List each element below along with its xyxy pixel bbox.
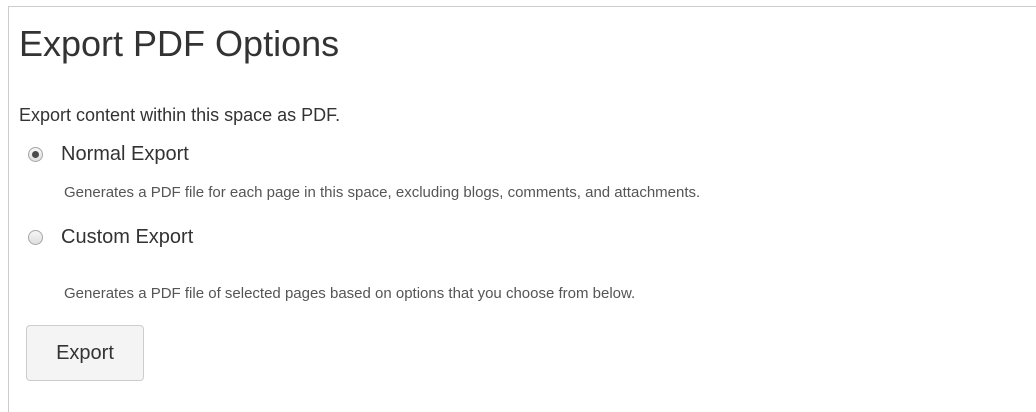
custom-export-description: Generates a PDF file of selected pages b… [64,285,636,302]
normal-export-label[interactable]: Normal Export [61,142,189,166]
intro-text: Export content within this space as PDF. [19,105,341,125]
normal-export-option[interactable]: Normal Export [28,142,189,166]
normal-export-description: Generates a PDF file for each page in th… [64,184,701,201]
custom-export-option[interactable]: Custom Export [28,225,193,249]
custom-export-radio[interactable] [28,229,43,245]
export-options-panel [8,6,1036,412]
custom-export-label[interactable]: Custom Export [61,225,193,249]
page-title: Export PDF Options [19,23,340,64]
export-button[interactable]: Export [26,325,144,381]
normal-export-radio[interactable] [28,146,43,162]
